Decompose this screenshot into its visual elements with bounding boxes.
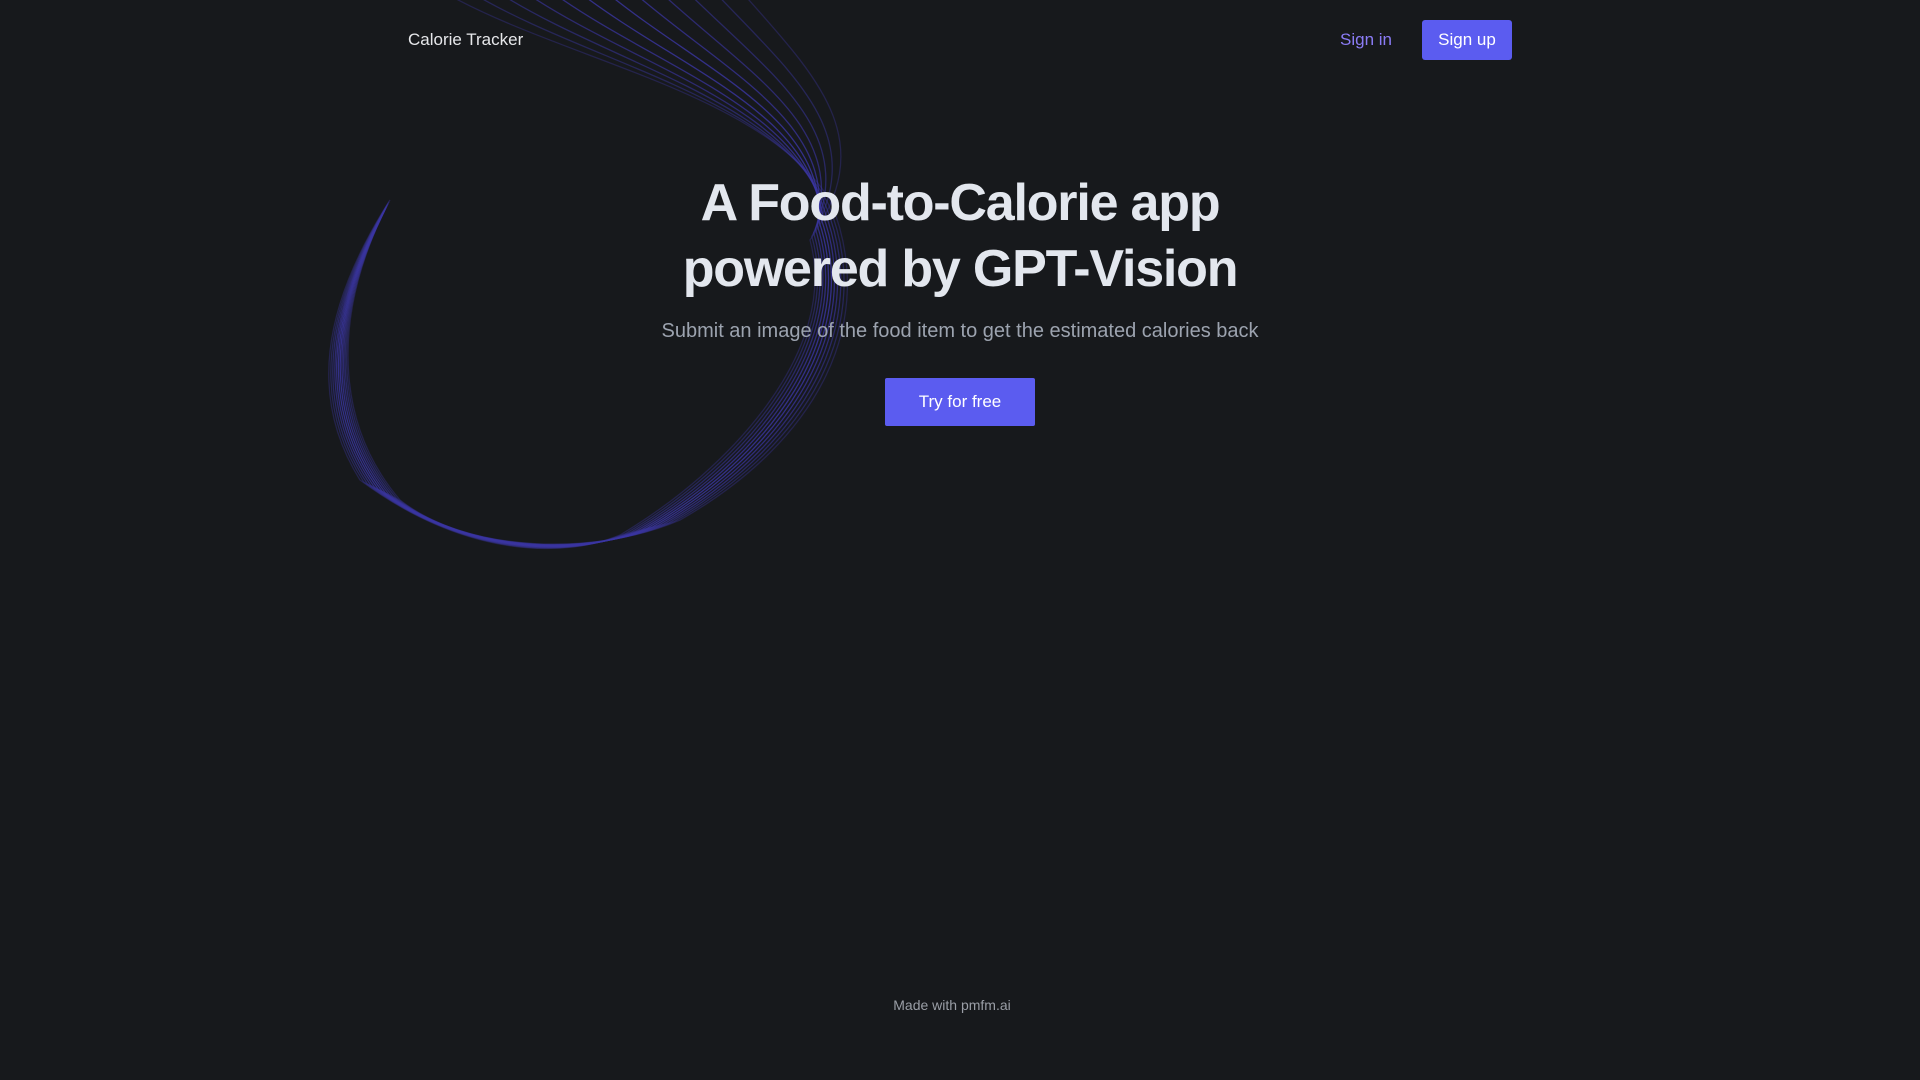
footer-credit: Made with pmfm.ai: [893, 997, 1011, 1013]
hero-section: A Food-to-Calorie app powered by GPT-Vis…: [0, 0, 1920, 500]
hero-title-line-1: A Food-to-Calorie app: [700, 174, 1221, 232]
try-for-free-button[interactable]: Try for free: [885, 378, 1035, 426]
hero-title: A Food-to-Calorie app powered by GPT-Vis…: [560, 170, 1360, 302]
hero-subtitle: Submit an image of the food item to get …: [661, 320, 1259, 342]
hero-title-line-2: powered by GPT-Vision: [682, 240, 1239, 298]
